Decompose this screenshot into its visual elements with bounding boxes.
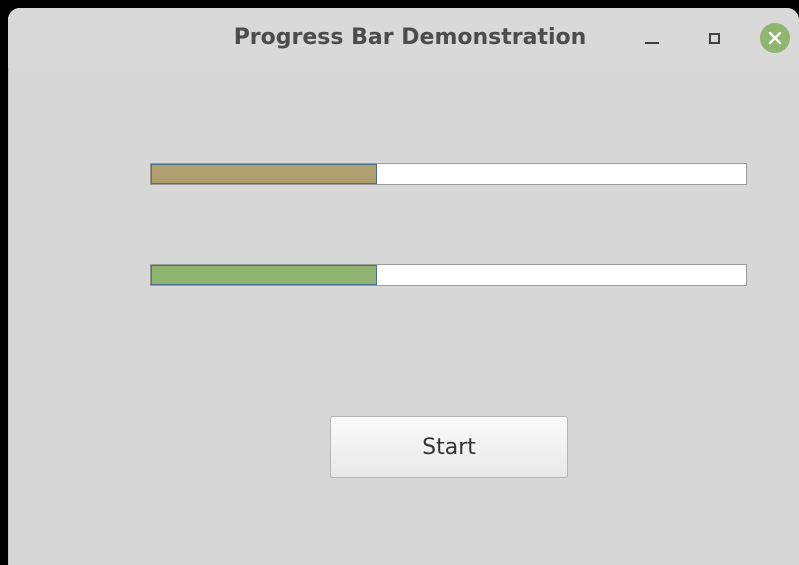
- close-button[interactable]: [759, 22, 791, 54]
- close-icon: [760, 23, 790, 53]
- progress-bar-1-fill: [151, 164, 378, 184]
- app-window: Progress Bar Demonstration Start: [8, 8, 799, 565]
- maximize-button[interactable]: [698, 22, 730, 54]
- minimize-button[interactable]: [636, 22, 668, 54]
- progress-bar-2: [150, 264, 747, 286]
- title-bar[interactable]: Progress Bar Demonstration: [8, 8, 799, 68]
- minimize-icon: [645, 42, 659, 44]
- start-button[interactable]: Start: [330, 416, 568, 478]
- window-title: Progress Bar Demonstration: [233, 25, 587, 50]
- maximize-icon: [708, 32, 720, 44]
- progress-bar-2-fill: [151, 265, 378, 285]
- progress-bar-1: [150, 163, 747, 185]
